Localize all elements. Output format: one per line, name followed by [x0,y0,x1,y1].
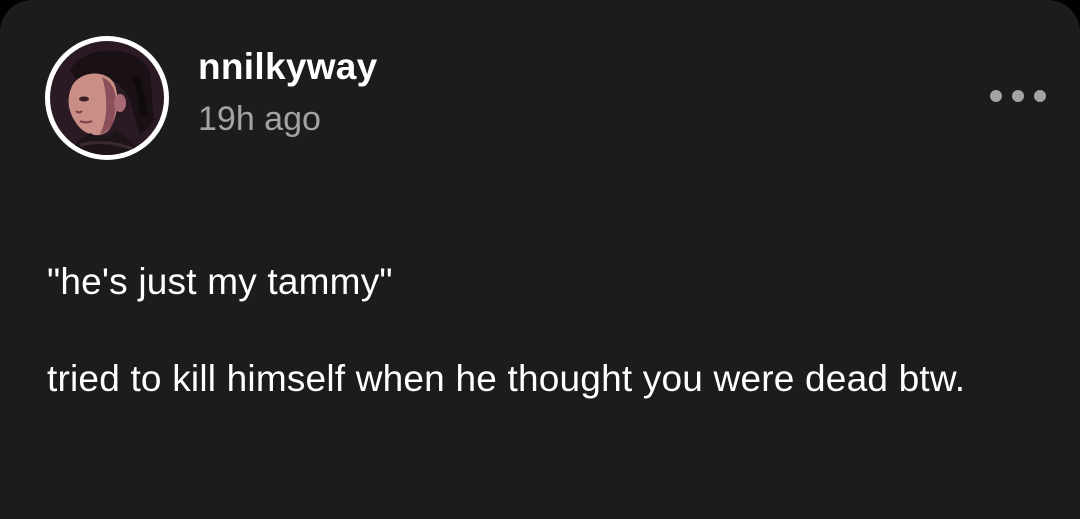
avatar[interactable] [45,36,169,160]
post-timestamp: 19h ago [198,100,321,138]
post-meta: nnilkyway 19h ago [198,45,378,139]
more-options-icon[interactable] [990,78,1046,114]
avatar-portrait-image [50,41,164,155]
post-header: nnilkyway 19h ago [45,36,378,160]
username-link[interactable]: nnilkyway [198,45,378,89]
more-dot [1012,90,1024,102]
post-card: nnilkyway 19h ago "he's just my tammy" t… [0,0,1080,519]
post-body: "he's just my tammy" tried to kill himse… [47,256,1037,414]
post-paragraph: "he's just my tammy" [47,261,393,302]
more-dot [1034,90,1046,102]
post-paragraph: tried to kill himself when he thought yo… [47,358,966,399]
more-dot [990,90,1002,102]
